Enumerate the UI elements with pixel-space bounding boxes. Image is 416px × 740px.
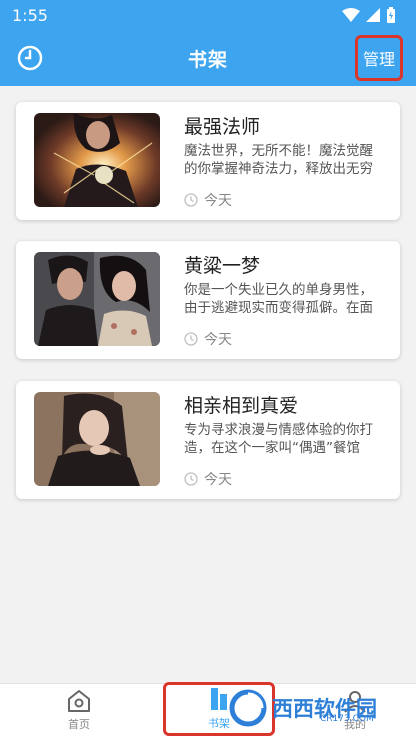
clock-icon <box>184 472 198 486</box>
nav-mine-label: 我的 <box>344 718 366 731</box>
book-title: 最强法师 <box>184 116 261 138</box>
status-bar: 1:55 <box>0 0 416 30</box>
nav-bookshelf[interactable]: 书架 <box>163 682 275 736</box>
nav-home[interactable]: 首页 <box>54 688 104 736</box>
book-cover[interactable] <box>34 113 160 207</box>
app-bar: 书架 管理 <box>0 30 416 86</box>
bookshelf-icon <box>211 688 227 710</box>
page-title: 书架 <box>187 49 228 71</box>
clock-icon <box>184 193 198 207</box>
book-cover[interactable] <box>34 252 160 346</box>
manage-button[interactable]: 管理 <box>355 35 403 81</box>
nav-mine[interactable]: 我的 <box>330 688 380 736</box>
book-description: 专为寻求浪漫与情感体验的你打造，在这个一家叫“偶遇”餐馆 <box>184 422 373 456</box>
book-time-label: 今天 <box>204 472 232 488</box>
book-description: 你是一个失业已久的单身男性，由于逃避现实而变得孤僻。在面 <box>184 282 373 316</box>
wifi-icon <box>342 8 360 22</box>
bottom-nav: 首页 书架 我的 <box>0 682 416 740</box>
nav-bookshelf-label: 书架 <box>208 717 230 730</box>
book-time: 今天 <box>184 329 232 349</box>
home-icon <box>68 690 90 712</box>
book-cover[interactable] <box>34 392 160 486</box>
clock-icon <box>184 332 198 346</box>
status-icons <box>342 7 396 23</box>
book-title: 相亲相到真爱 <box>184 395 299 417</box>
battery-icon <box>387 7 395 23</box>
book-time: 今天 <box>184 190 232 210</box>
book-time: 今天 <box>184 469 232 489</box>
book-card[interactable]: 黄粱一梦 你是一个失业已久的单身男性，由于逃避现实而变得孤僻。在面 今天 <box>16 241 400 359</box>
book-time-label: 今天 <box>204 332 232 348</box>
book-card[interactable]: 最强法师 魔法世界，无所不能！魔法觉醒的你掌握神奇法力，释放出无穷 今天 <box>16 102 400 220</box>
signal-icon <box>366 8 380 22</box>
user-icon <box>344 691 366 713</box>
book-title: 黄粱一梦 <box>184 255 261 277</box>
book-card[interactable]: 相亲相到真爱 专为寻求浪漫与情感体验的你打造，在这个一家叫“偶遇”餐馆 今天 <box>16 381 400 499</box>
book-time-label: 今天 <box>204 193 232 209</box>
nav-home-label: 首页 <box>68 718 90 731</box>
book-description: 魔法世界，无所不能！魔法觉醒的你掌握神奇法力，释放出无穷 <box>184 143 373 177</box>
status-time: 1:55 <box>12 6 48 25</box>
